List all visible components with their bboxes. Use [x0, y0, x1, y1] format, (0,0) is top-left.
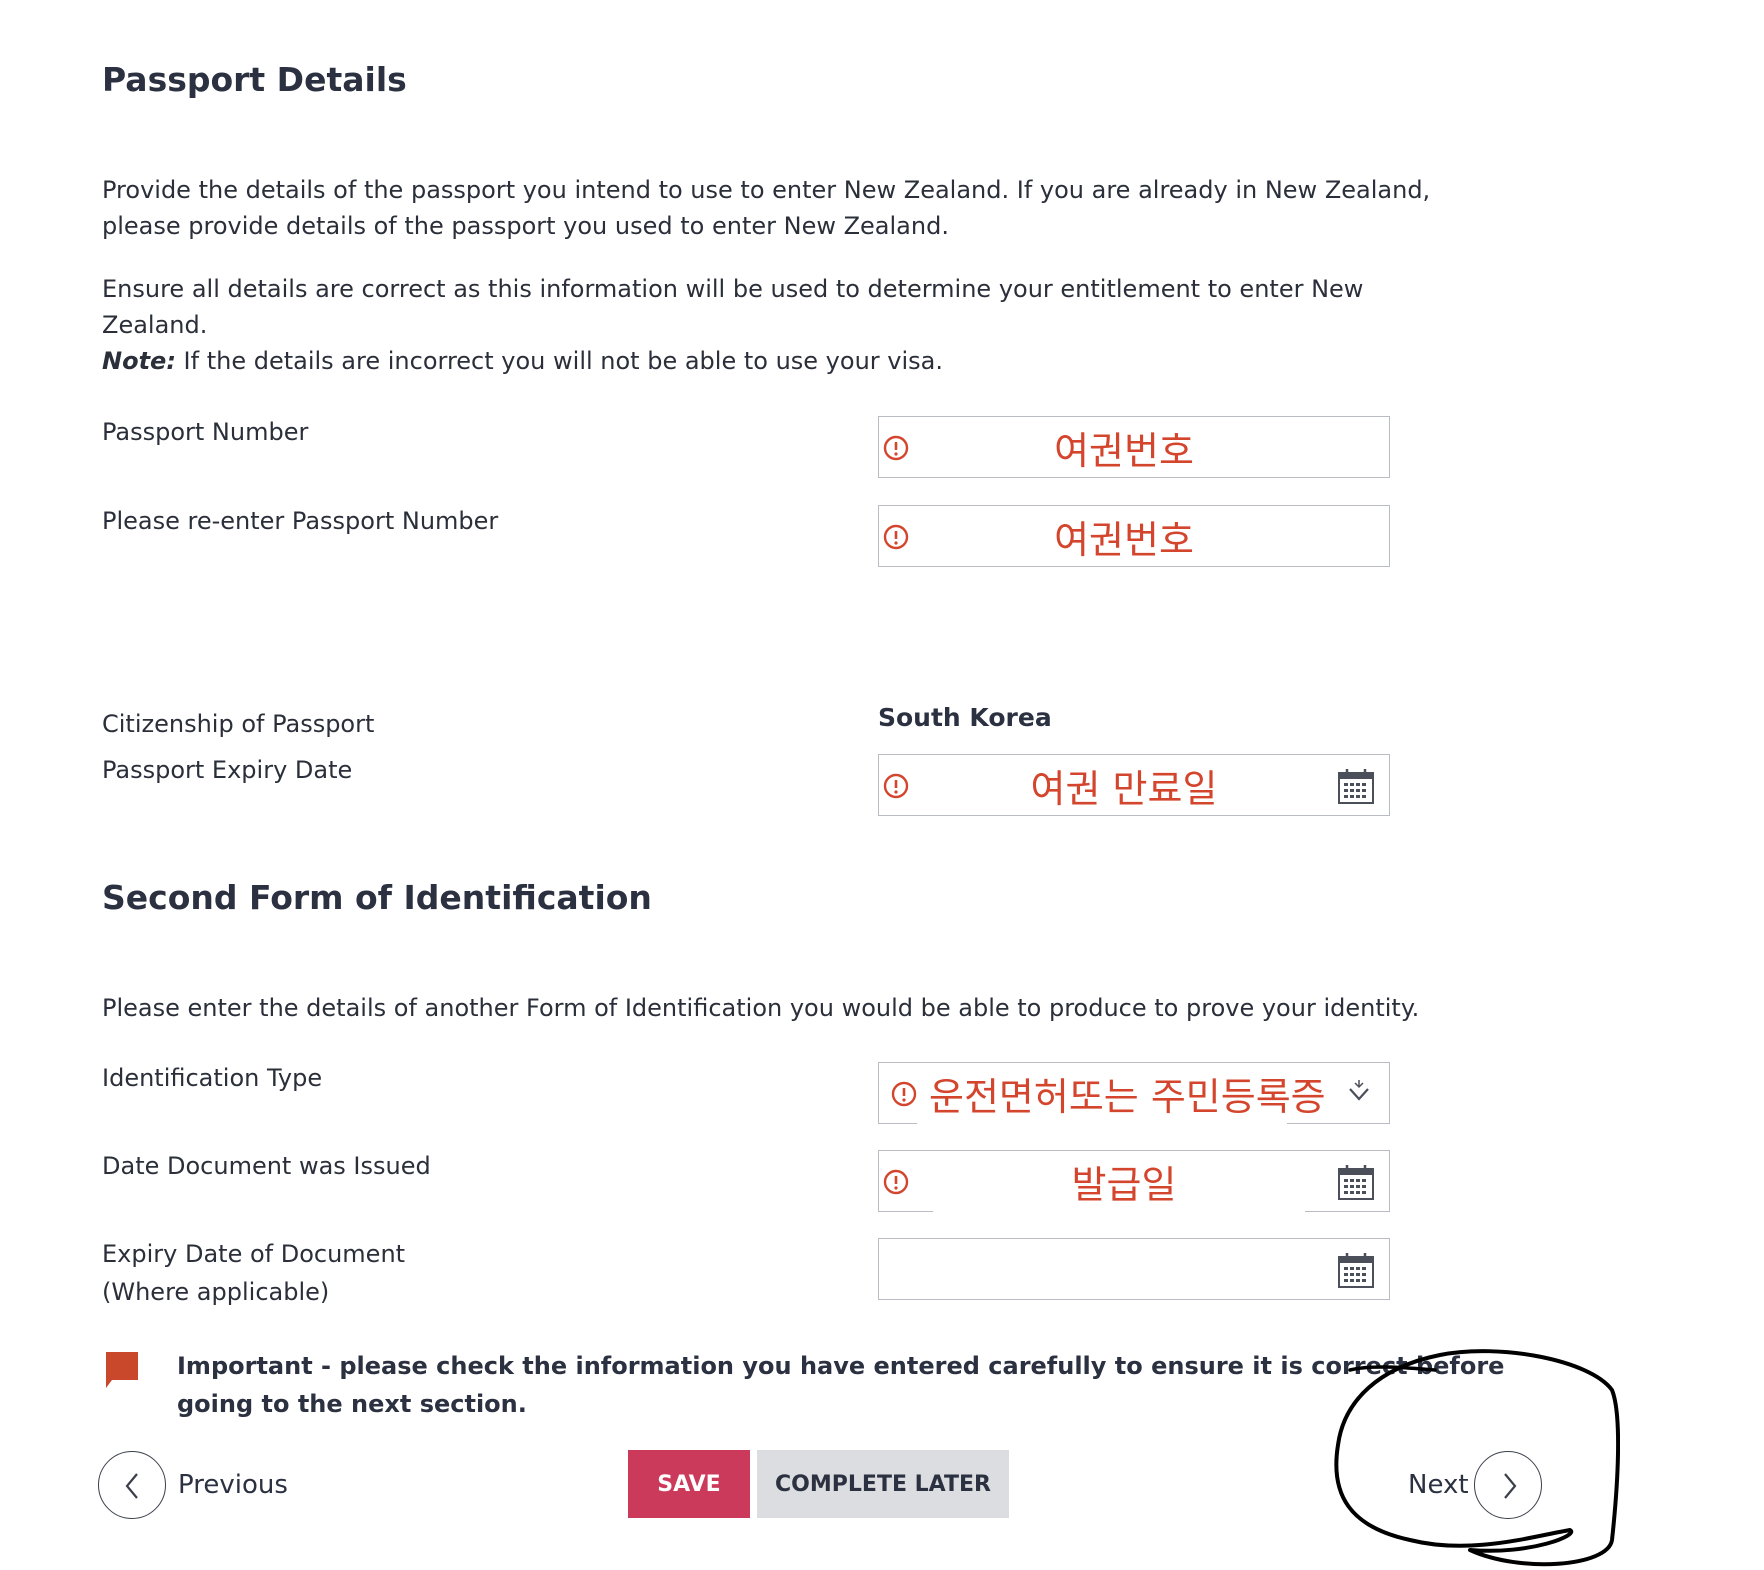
date-issued-label: Date Document was Issued — [102, 1152, 431, 1180]
document-expiry-label: Expiry Date of Document (Where applicabl… — [102, 1235, 405, 1311]
document-expiry-label-line2: (Where applicable) — [102, 1278, 330, 1306]
previous-button[interactable] — [98, 1451, 166, 1519]
identification-type-label: Identification Type — [102, 1064, 323, 1092]
passport-expiry-input[interactable]: 여권 만료일 — [878, 754, 1390, 816]
note-label: Note: — [102, 347, 176, 375]
identification-type-select[interactable]: 운전면허또는 주민등록증 — [878, 1062, 1390, 1124]
alert-circle-icon — [883, 773, 909, 799]
chevron-down-icon — [1349, 1080, 1369, 1101]
handdrawn-circle-annotation — [1334, 1349, 1620, 1567]
alert-circle-icon — [883, 435, 909, 461]
calendar-icon[interactable] — [1337, 767, 1375, 805]
alert-circle-icon — [891, 1081, 917, 1107]
chevron-left-icon — [125, 1473, 138, 1499]
date-issued-value: 발급일 — [1071, 1162, 1177, 1207]
date-issued-input[interactable]: 발급일 — [878, 1150, 1390, 1212]
alert-circle-icon — [883, 1169, 909, 1195]
passport-number-value: 여권번호 — [1054, 428, 1194, 473]
calendar-icon[interactable] — [1337, 1163, 1375, 1201]
passport-expiry-value: 여권 만료일 — [1030, 766, 1218, 811]
identification-type-value: 운전면허또는 주민등록증 — [929, 1074, 1326, 1119]
complete-later-button[interactable]: COMPLETE LATER — [757, 1450, 1009, 1518]
alert-circle-icon — [883, 524, 909, 550]
document-expiry-label-line1: Expiry Date of Document — [102, 1240, 406, 1268]
passport-expiry-label: Passport Expiry Date — [102, 756, 353, 784]
passport-intro-text: Provide the details of the passport you … — [102, 176, 1431, 240]
passport-ensure-text: Ensure all details are correct as this i… — [102, 275, 1364, 339]
flag-icon — [106, 1352, 138, 1388]
reenter-passport-number-label: Please re-enter Passport Number — [102, 507, 499, 535]
passport-number-input[interactable]: 여권번호 — [878, 416, 1390, 478]
passport-note: Note: If the details are incorrect you w… — [102, 343, 1432, 379]
previous-label[interactable]: Previous — [178, 1470, 288, 1500]
field-border-gap — [933, 1210, 1305, 1212]
document-expiry-value — [919, 1239, 1329, 1299]
passport-number-label: Passport Number — [102, 418, 309, 446]
calendar-icon[interactable] — [1337, 1251, 1375, 1289]
note-text: If the details are incorrect you will no… — [175, 347, 943, 375]
document-expiry-input[interactable] — [878, 1238, 1390, 1300]
passport-details-heading: Passport Details — [102, 60, 407, 99]
save-button[interactable]: SAVE — [628, 1450, 750, 1518]
second-id-intro-text: Please enter the details of another Form… — [102, 994, 1420, 1022]
citizenship-label: Citizenship of Passport — [102, 710, 375, 738]
field-border-gap — [917, 1122, 1287, 1124]
reenter-passport-number-input[interactable]: 여권번호 — [878, 505, 1390, 567]
citizenship-value: South Korea — [878, 703, 1052, 732]
reenter-passport-number-value: 여권번호 — [1054, 517, 1194, 562]
second-id-heading: Second Form of Identification — [102, 878, 652, 917]
important-notice: Important - please check the information… — [177, 1352, 1505, 1418]
